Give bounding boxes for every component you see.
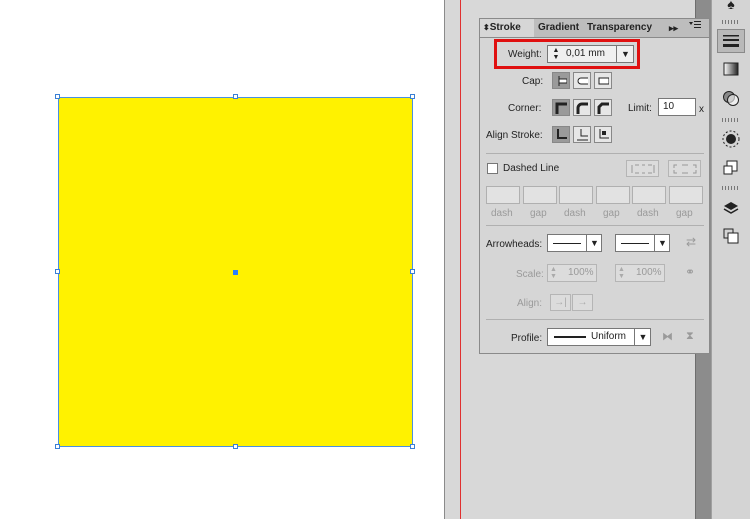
collapse-arrows-icon: ⬍	[483, 23, 490, 32]
artboard-canvas[interactable]	[0, 0, 444, 519]
weight-stepper-icon[interactable]: ▲ ▼	[549, 47, 563, 61]
dash-field-2[interactable]	[559, 186, 593, 204]
arrow-tip-beyond-button[interactable]: →|	[550, 294, 571, 311]
butt-cap-button[interactable]	[552, 72, 570, 89]
start-scale-field[interactable]: ▲ ▼ 100%	[547, 264, 597, 282]
dash-label-1: dash	[491, 208, 513, 219]
weight-value[interactable]: 0,01 mm	[566, 48, 605, 59]
dash-label-2: dash	[564, 208, 586, 219]
weight-label: Weight:	[508, 49, 542, 60]
end-arrowhead-select[interactable]: ▼	[615, 234, 670, 252]
align-inside-button[interactable]	[573, 126, 591, 143]
link-scale-icon[interactable]: ⚭	[685, 265, 695, 279]
dashed-line-checkbox[interactable]	[487, 163, 498, 174]
end-scale-value[interactable]: 100%	[636, 267, 662, 278]
resize-handle-right[interactable]	[410, 269, 415, 274]
round-cap-button[interactable]	[573, 72, 591, 89]
chevron-down-icon[interactable]: ▼	[634, 329, 651, 345]
resize-handle-bottom-right[interactable]	[410, 444, 415, 449]
stepper-icon[interactable]: ▲ ▼	[550, 266, 557, 280]
weight-field[interactable]: ▲ ▼ 0,01 mm ▼	[547, 45, 634, 63]
divider	[486, 225, 704, 226]
dashed-line-label: Dashed Line	[503, 163, 560, 174]
artboards-icon[interactable]	[717, 224, 745, 248]
center-point	[233, 270, 238, 275]
dash-field-1[interactable]	[486, 186, 520, 204]
align-outside-button[interactable]	[594, 126, 612, 143]
tab-stroke[interactable]: ⬍Stroke	[480, 19, 534, 37]
limit-label: Limit:	[628, 103, 652, 114]
cap-label: Cap:	[522, 76, 544, 87]
preserve-dash-button[interactable]	[626, 160, 659, 177]
profile-swatch	[554, 336, 586, 338]
transparency-panel-icon[interactable]	[717, 86, 745, 110]
panel-menu-icon[interactable]	[686, 19, 708, 37]
arrow-tip-at-end-button[interactable]: →	[572, 294, 593, 311]
line-swatch	[553, 243, 581, 244]
gradient-panel-icon[interactable]	[717, 57, 745, 81]
projecting-cap-button[interactable]	[594, 72, 612, 89]
chevron-down-icon[interactable]: ▼	[586, 235, 602, 251]
panel-icon-strip: ♠	[711, 0, 750, 519]
expand-arrows-icon[interactable]: ▸▸	[666, 19, 686, 37]
corner-label: Corner:	[508, 103, 542, 114]
swap-arrowheads-icon[interactable]: ⇄	[686, 235, 696, 249]
round-join-button[interactable]	[573, 99, 591, 116]
tab-transparency[interactable]: Transparency	[584, 19, 652, 37]
divider	[486, 319, 704, 320]
stroke-panel-icon[interactable]	[717, 29, 745, 53]
gap-field-2[interactable]	[596, 186, 630, 204]
flip-along-icon[interactable]: ⧓	[662, 330, 673, 343]
align-stroke-label: Align Stroke:	[486, 130, 543, 141]
resize-handle-top-left[interactable]	[55, 94, 60, 99]
start-scale-value[interactable]: 100%	[568, 267, 594, 278]
resize-handle-top[interactable]	[233, 94, 238, 99]
symbols-icon[interactable]	[717, 156, 745, 180]
line-swatch	[621, 243, 649, 244]
profile-label: Profile:	[511, 333, 543, 344]
bevel-join-button[interactable]	[594, 99, 612, 116]
stepper-icon[interactable]: ▲ ▼	[618, 266, 625, 280]
strip-grip-2[interactable]	[722, 118, 740, 122]
align-label: Align:	[517, 298, 543, 309]
resize-handle-top-right[interactable]	[410, 94, 415, 99]
gap-field-1[interactable]	[523, 186, 557, 204]
bleed-guide-line	[460, 0, 461, 519]
gap-label-3: gap	[676, 208, 693, 219]
limit-field[interactable]: 10	[658, 98, 696, 116]
weight-dropdown-icon[interactable]: ▼	[616, 46, 634, 62]
end-scale-field[interactable]: ▲ ▼ 100%	[615, 264, 665, 282]
profile-value[interactable]: Uniform	[591, 331, 626, 342]
scale-label: Scale:	[516, 269, 544, 280]
appearance-icon[interactable]	[717, 127, 745, 151]
layers-icon[interactable]	[717, 196, 745, 220]
spade-icon[interactable]: ♠	[717, 0, 745, 16]
chevron-down-icon[interactable]: ▼	[654, 235, 670, 251]
resize-handle-left[interactable]	[55, 269, 60, 274]
profile-select[interactable]: Uniform ▼	[547, 328, 651, 346]
gap-label-2: gap	[603, 208, 620, 219]
tab-gradient[interactable]: Gradient	[535, 19, 585, 37]
gap-field-3[interactable]	[669, 186, 703, 204]
limit-unit: x	[699, 104, 704, 115]
strip-grip[interactable]	[722, 20, 740, 24]
resize-handle-bottom[interactable]	[233, 444, 238, 449]
stroke-panel: ⬍Stroke Gradient Transparency ▸▸ Weight:…	[479, 18, 710, 354]
align-dash-corners-button[interactable]	[668, 160, 701, 177]
arrowheads-label: Arrowheads:	[486, 239, 543, 250]
dash-label-3: dash	[637, 208, 659, 219]
panel-tab-bar: ⬍Stroke Gradient Transparency ▸▸	[480, 19, 709, 38]
align-center-button[interactable]	[552, 126, 570, 143]
start-arrowhead-select[interactable]: ▼	[547, 234, 602, 252]
dash-field-3[interactable]	[632, 186, 666, 204]
flip-across-icon[interactable]: ⧗	[686, 330, 694, 343]
resize-handle-bottom-left[interactable]	[55, 444, 60, 449]
gap-label-1: gap	[530, 208, 547, 219]
strip-grip-3[interactable]	[722, 186, 740, 190]
miter-join-button[interactable]	[552, 99, 570, 116]
divider	[486, 153, 704, 154]
